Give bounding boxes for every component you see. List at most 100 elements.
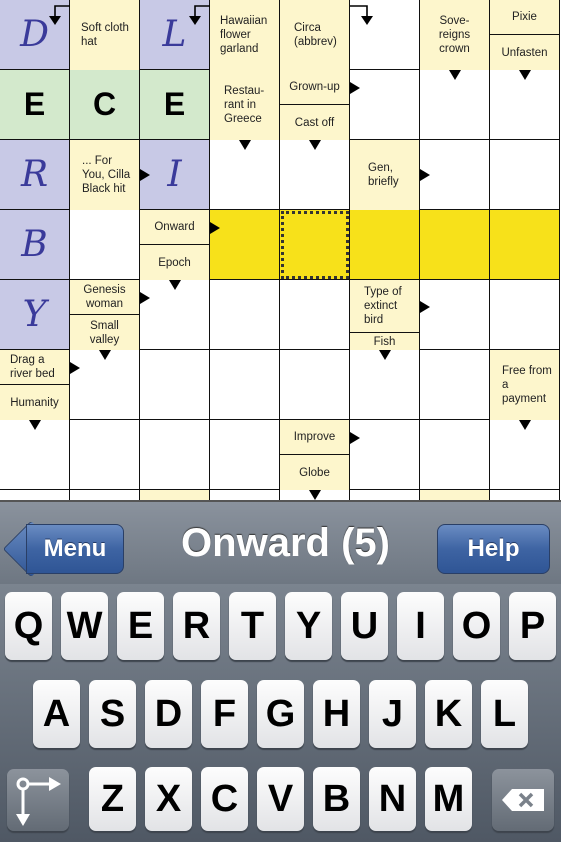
grid-cell[interactable] (490, 490, 560, 500)
key-d[interactable]: D (145, 680, 192, 748)
grid-cell[interactable] (490, 70, 560, 140)
clue-circa[interactable]: Circa (abbrev) (280, 0, 349, 70)
clue-globe[interactable]: Globe (280, 455, 349, 490)
grid-cell[interactable]: L (140, 0, 210, 70)
key-k[interactable]: K (425, 680, 472, 748)
grid-cell[interactable] (420, 420, 490, 490)
grid-cell[interactable] (140, 420, 210, 490)
clue-drag-river-bed[interactable]: Drag a river bed (0, 350, 69, 385)
clue-cell[interactable]: Type of extinct bird Fish (350, 280, 420, 350)
key-w[interactable]: W (61, 592, 108, 660)
clue-restaurant-greece[interactable]: Restau-rant in Greece (210, 70, 279, 140)
grid-cell[interactable] (70, 210, 140, 280)
grid-cell[interactable] (350, 70, 420, 140)
key-h[interactable]: H (313, 680, 360, 748)
clue-cell[interactable]: Grown-up Cast off (280, 70, 350, 140)
clue-cell[interactable]: Improve Globe (280, 420, 350, 490)
grid-cell[interactable] (490, 280, 560, 350)
clue-cell[interactable]: Genesis woman Small valley (70, 280, 140, 350)
key-q[interactable]: Q (5, 592, 52, 660)
clue-pixie[interactable]: Pixie (490, 0, 559, 35)
clue-free-from-payment[interactable]: Free from a payment (490, 350, 559, 420)
grid-cell[interactable]: D (0, 0, 70, 70)
grid-cell[interactable] (70, 350, 140, 420)
active-word-cell[interactable] (420, 210, 490, 280)
key-c[interactable]: C (201, 767, 248, 831)
key-x[interactable]: X (145, 767, 192, 831)
grid-cell[interactable] (280, 350, 350, 420)
clue-cell[interactable]: Drag a river bed Humanity (0, 350, 70, 420)
clue-unfasten[interactable]: Unfasten (490, 35, 559, 70)
grid-cell[interactable] (210, 140, 280, 210)
key-b[interactable]: B (313, 767, 360, 831)
grid-cell[interactable] (420, 280, 490, 350)
key-z[interactable]: Z (89, 767, 136, 831)
grid-cell[interactable] (140, 280, 210, 350)
grid-cell[interactable] (420, 70, 490, 140)
clue-fish[interactable]: Fish (350, 333, 419, 350)
key-t[interactable]: T (229, 592, 276, 660)
key-e[interactable]: E (117, 592, 164, 660)
clue-genesis-woman[interactable]: Genesis woman (70, 280, 139, 315)
grid-cell[interactable]: R (0, 140, 70, 210)
grid-cell[interactable] (70, 490, 140, 500)
key-j[interactable]: J (369, 680, 416, 748)
clue-humanity[interactable]: Humanity (0, 385, 69, 420)
clue-cell[interactable] (420, 490, 490, 500)
grid-cell[interactable] (490, 420, 560, 490)
active-word-cell[interactable] (210, 210, 280, 280)
menu-button[interactable]: Menu (26, 524, 124, 574)
clue-gen-briefly[interactable]: Gen, briefly (350, 140, 419, 210)
grid-cell[interactable] (490, 140, 560, 210)
grid-cell[interactable] (210, 420, 280, 490)
key-u[interactable]: U (341, 592, 388, 660)
clue-cell[interactable]: Restau-rant in Greece (210, 70, 280, 140)
key-r[interactable]: R (173, 592, 220, 660)
grid-cell[interactable]: E (0, 70, 70, 140)
clue-cell[interactable]: Circa (abbrev) (280, 0, 350, 70)
clue-sovereigns-crown[interactable]: Sove-reigns crown (420, 0, 489, 70)
grid-cell[interactable] (210, 280, 280, 350)
direction-toggle-key[interactable] (7, 769, 69, 831)
clue-cell[interactable]: Soft cloth hat (70, 0, 140, 70)
grid-cell[interactable] (350, 420, 420, 490)
key-p[interactable]: P (509, 592, 556, 660)
key-m[interactable]: M (425, 767, 472, 831)
key-y[interactable]: Y (285, 592, 332, 660)
key-n[interactable]: N (369, 767, 416, 831)
grid-cell[interactable] (210, 350, 280, 420)
clue-hawaiian-garland[interactable]: Hawaiian flower garland (210, 0, 279, 70)
clue-cell[interactable]: Onward Epoch (140, 210, 210, 280)
grid-cell[interactable] (280, 490, 350, 500)
clue-soft-cloth-hat[interactable]: Soft cloth hat (70, 0, 139, 70)
key-a[interactable]: A (33, 680, 80, 748)
grid-cell[interactable] (140, 350, 210, 420)
clue-cell[interactable]: Free from a payment (490, 350, 560, 420)
active-word-cell[interactable] (350, 210, 420, 280)
grid-cell[interactable] (280, 280, 350, 350)
clue-cell[interactable]: ... For You, Cilla Black hit (70, 140, 140, 210)
grid-cell[interactable] (350, 490, 420, 500)
grid-cell[interactable] (350, 0, 420, 70)
clue-cell[interactable]: Gen, briefly (350, 140, 420, 210)
key-o[interactable]: O (453, 592, 500, 660)
clue-cell[interactable]: Sove-reigns crown (420, 0, 490, 70)
grid-cell[interactable] (280, 140, 350, 210)
grid-cell[interactable]: Y (0, 280, 70, 350)
clue-extinct-bird[interactable]: Type of extinct bird (350, 280, 419, 333)
grid-cell[interactable] (210, 490, 280, 500)
key-v[interactable]: V (257, 767, 304, 831)
help-button[interactable]: Help (437, 524, 550, 574)
key-i[interactable]: I (397, 592, 444, 660)
grid-cell[interactable]: B (0, 210, 70, 280)
clue-for-you-cilla[interactable]: ... For You, Cilla Black hit (70, 140, 139, 210)
clue-onward[interactable]: Onward (140, 210, 209, 245)
grid-cell[interactable] (70, 420, 140, 490)
clue-grown-up[interactable]: Grown-up (280, 70, 349, 105)
clue-cast-off[interactable]: Cast off (280, 105, 349, 140)
key-l[interactable]: L (481, 680, 528, 748)
clue-improve[interactable]: Improve (280, 420, 349, 455)
clue-cell[interactable]: Pixie Unfasten (490, 0, 560, 70)
active-cursor-cell[interactable] (280, 210, 350, 280)
clue-cell[interactable]: Hawaiian flower garland (210, 0, 280, 70)
